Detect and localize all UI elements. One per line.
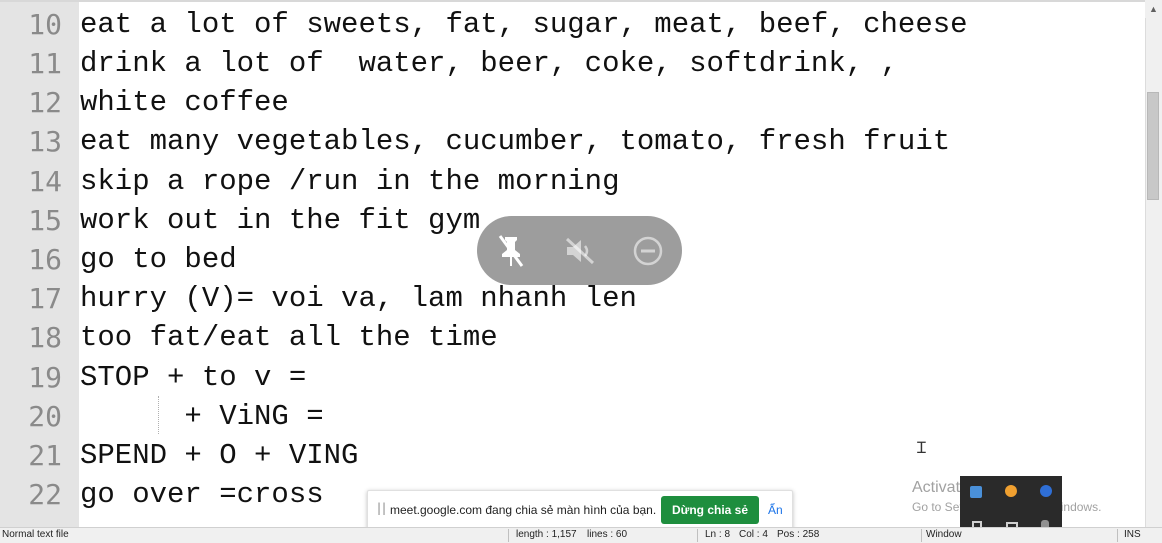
line-text[interactable]: drink a lot of water, beer, coke, softdr… [80, 44, 898, 83]
editor-line[interactable]: 18 too fat/eat all the time [0, 318, 1145, 357]
line-number: 20 [28, 400, 62, 433]
editor-line[interactable]: 14 skip a rope /run in the morning [0, 162, 1145, 201]
cursor-position: Pos : 258 [777, 529, 820, 540]
line-text[interactable]: eat many vegetables, cucumber, tomato, f… [80, 122, 950, 161]
status-separator [697, 529, 698, 542]
drag-handle[interactable]: || [377, 501, 387, 515]
line-number: 18 [28, 321, 62, 354]
line-number: 11 [28, 47, 62, 80]
document-lines: lines : 60 [587, 529, 628, 540]
editor-line[interactable]: 20 + ViNG = [0, 397, 1145, 436]
status-separator [508, 529, 509, 542]
line-text[interactable]: skip a rope /run in the morning [80, 162, 620, 201]
cursor-column: Col : 4 [739, 529, 768, 540]
scroll-up-arrow-icon[interactable]: ▲ [1145, 0, 1162, 18]
line-text[interactable]: white coffee [80, 83, 289, 122]
line-number: 10 [28, 8, 62, 41]
line-text[interactable]: + ViNG = [80, 397, 323, 436]
line-text[interactable]: eat a lot of sweets, fat, sugar, meat, b… [80, 5, 968, 44]
editor-line[interactable]: 21 SPEND + O + VING [0, 436, 1145, 475]
line-number: 12 [28, 86, 62, 119]
file-type: Normal text file [2, 529, 69, 540]
indent-guide [158, 396, 159, 434]
document-length: length : 1,157 [516, 529, 577, 540]
status-separator [921, 529, 922, 542]
unpin-icon [498, 234, 524, 267]
line-text[interactable]: SPEND + O + VING [80, 436, 358, 475]
eol-format: Window [926, 529, 962, 540]
editor-line[interactable]: 11 drink a lot of water, beer, coke, sof… [0, 44, 1145, 83]
line-text[interactable]: STOP + to v = [80, 358, 306, 397]
line-text[interactable]: go over =cross [80, 475, 324, 514]
line-number: 14 [28, 165, 62, 198]
screen-share-bar: || meet.google.com đang chia sẻ màn hình… [367, 490, 793, 532]
bluetooth-icon[interactable] [1040, 485, 1052, 497]
line-number: 16 [28, 243, 62, 276]
stop-sharing-button[interactable]: Dừng chia sẻ [661, 496, 759, 524]
line-number: 19 [28, 361, 62, 394]
line-number: 17 [28, 282, 62, 315]
hide-button[interactable]: Ẩn [768, 503, 783, 517]
text-cursor-icon: Ɪ [917, 438, 926, 457]
cursor-line: Ln : 8 [705, 529, 731, 540]
network-icon[interactable] [970, 486, 982, 498]
share-message: meet.google.com đang chia sẻ màn hình củ… [390, 503, 657, 517]
remove-button[interactable] [622, 216, 674, 285]
status-bar: Normal text file length : 1,157 lines : … [0, 527, 1162, 543]
line-text[interactable]: go to bed [80, 240, 237, 279]
line-number: 22 [28, 478, 62, 511]
line-number: 21 [28, 439, 62, 472]
line-text[interactable]: work out in the fit gym [80, 201, 480, 240]
mute-button[interactable] [554, 216, 606, 285]
top-divider [0, 0, 1145, 2]
remove-icon [633, 236, 663, 265]
editor-line[interactable]: 13 eat many vegetables, cucumber, tomato… [0, 122, 1145, 161]
unpin-button[interactable] [485, 216, 537, 285]
scroll-thumb[interactable] [1147, 92, 1159, 200]
editor-line[interactable]: 12 white coffee [0, 83, 1145, 122]
meet-floating-controls [477, 216, 682, 285]
line-number: 13 [28, 125, 62, 158]
insert-mode: INS [1124, 529, 1141, 540]
editor-line[interactable]: 19 STOP + to v = [0, 358, 1145, 397]
line-text[interactable]: too fat/eat all the time [80, 318, 498, 357]
app-tray-icon[interactable] [1005, 485, 1017, 497]
editor-line[interactable]: 10 eat a lot of sweets, fat, sugar, meat… [0, 5, 1145, 44]
mute-icon [565, 237, 595, 264]
vertical-scrollbar[interactable] [1145, 0, 1162, 527]
status-separator [1117, 529, 1118, 542]
line-number: 15 [28, 204, 62, 237]
